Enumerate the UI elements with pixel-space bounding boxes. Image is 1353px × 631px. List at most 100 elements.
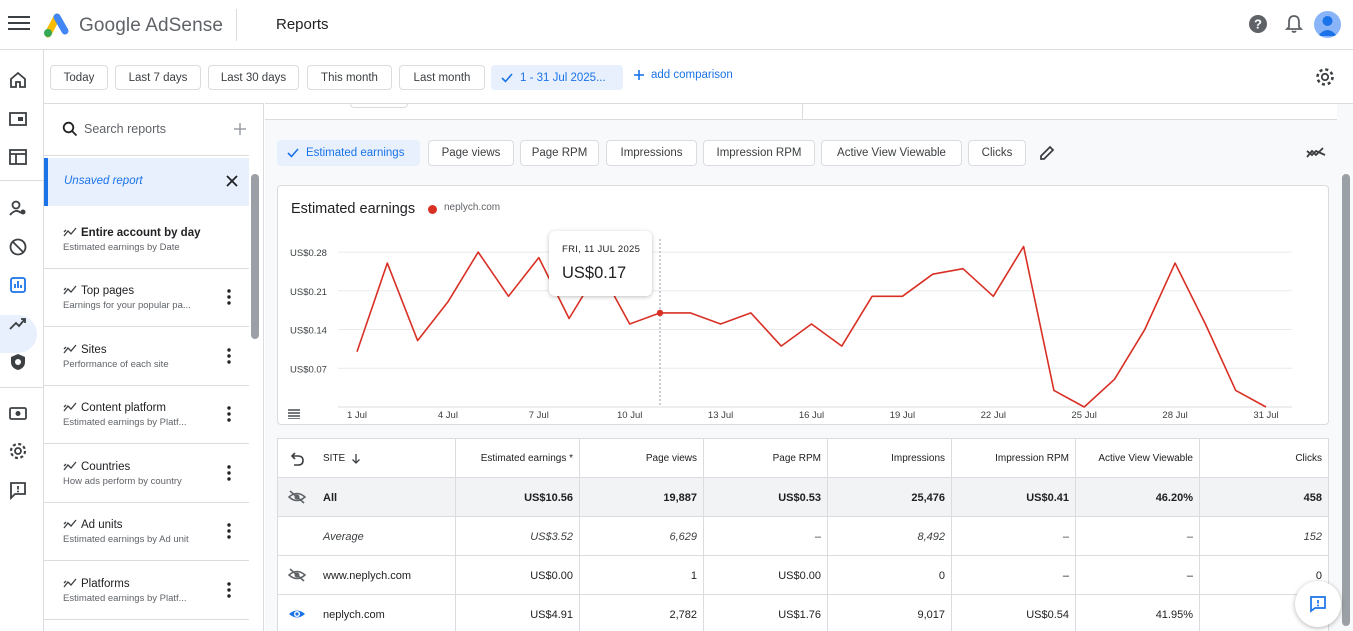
date-chip-last-7-days[interactable]: Last 7 days [115,65,201,90]
table-cell: US$0.41 [952,478,1076,517]
add-report-icon[interactable] [233,122,247,136]
date-chip-last-30-days[interactable]: Last 30 days [208,65,299,90]
divider [236,9,237,41]
unsaved-report-label: Unsaved report [64,175,143,187]
column-header-site[interactable]: SITE [278,439,456,478]
home-icon[interactable] [8,70,28,90]
table-cell: US$10.56 [456,478,580,517]
column-header[interactable]: Page RPM [704,439,828,478]
reports-icon[interactable] [8,275,28,295]
report-title: Top pages [81,285,135,297]
metric-chip-estimated-earnings[interactable]: Estimated earnings [277,140,420,166]
more-vert-icon[interactable] [227,348,231,364]
date-chip-today[interactable]: Today [50,65,108,90]
menu-icon[interactable] [8,13,30,35]
table-row[interactable]: www.neplych.com US$0.00 1 US$0.00 0– –0 [278,556,1328,595]
ads-icon[interactable] [8,109,28,129]
tooltip-value: US$0.17 [562,264,627,282]
feedback-button[interactable] [1295,581,1341,627]
more-vert-icon[interactable] [227,406,231,422]
x-tick-label: 1 Jul [347,410,367,421]
table-cell: US$0.00 [704,556,828,595]
metric-chip-impression-rpm[interactable]: Impression RPM [703,140,815,166]
date-chip-this-month[interactable]: This month [307,65,392,90]
help-icon[interactable]: ? [1248,14,1268,34]
table-header-row: SITE Estimated earnings * Page views Page R… [278,439,1328,478]
table-cell: 6,629 [580,517,704,556]
report-item[interactable]: Sites Performance of each site [44,328,249,386]
metric-chip-impressions[interactable]: Impressions [606,140,697,166]
date-range-bar: Today Last 7 days Last 30 days This mont… [44,50,1353,103]
row-site-all: All [278,478,456,517]
trend-toggle-icon[interactable] [1306,144,1326,162]
feedback-icon[interactable] [8,480,28,500]
metric-chip-page-rpm[interactable]: Page RPM [520,140,599,166]
table-cell: 9,017 [828,595,952,631]
report-item[interactable]: Top pages Earnings for your popular pa... [44,269,249,327]
table-cell: 152 [1303,530,1322,543]
sidebar-scrollbar[interactable] [251,174,259,339]
report-item[interactable]: Platforms Estimated earnings by Platf... [44,562,249,620]
page-title: Reports [276,16,329,33]
top-bar: Google AdSense Reports ? [0,0,1353,50]
trend-icon [63,461,77,471]
date-chip-last-month[interactable]: Last month [399,65,485,90]
metric-chip-active-view-viewable[interactable]: Active View Viewable [821,140,962,166]
privacy-messaging-icon[interactable] [8,198,28,218]
report-settings-gear-icon[interactable] [1314,66,1336,88]
add-comparison-button[interactable]: add comparison [633,69,733,81]
divider [350,104,408,108]
x-tick-label: 25 Jul [1072,410,1097,421]
metric-chip-page-views[interactable]: Page views [428,140,514,166]
column-header[interactable]: Impressions [828,439,952,478]
series-line[interactable] [356,245,1267,408]
edit-metrics-pencil-icon[interactable] [1038,144,1056,162]
column-header[interactable]: Impression RPM [952,439,1076,478]
payments-icon[interactable] [8,403,28,423]
date-chip-custom[interactable]: 1 - 31 Jul 2025... [491,65,623,90]
column-header[interactable]: Clicks [1200,439,1328,478]
y-tick-label: US$0.28 [290,248,327,259]
x-tick-label: 4 Jul [438,410,458,421]
highlighted-point[interactable] [656,309,664,317]
divider [802,104,803,120]
policy-center-icon[interactable] [8,352,28,372]
optimization-icon[interactable] [8,314,28,334]
x-tick-label: 22 Jul [981,410,1006,421]
blocking-controls-icon[interactable] [8,237,28,257]
sites-icon[interactable] [8,147,28,167]
table-row[interactable]: neplych.com US$4.91 2,782 US$1.76 9,017 US$0.… [278,595,1328,631]
search-reports[interactable]: Search reports [44,104,249,156]
more-vert-icon[interactable] [227,465,231,481]
metric-chip-estimated-earnings-label: Estimated earnings [306,147,405,159]
x-tick-label: 7 Jul [529,410,549,421]
report-item[interactable]: Countries How ads perform by country [44,445,249,503]
more-vert-icon[interactable] [227,582,231,598]
search-icon [62,121,78,137]
date-chip-custom-label: 1 - 31 Jul 2025... [520,71,606,84]
report-item[interactable]: Entire account by day Estimated earnings … [44,211,249,269]
report-table: SITE Estimated earnings * Page views Page R… [277,438,1329,631]
report-item[interactable]: Ad units Estimated earnings by Ad unit [44,503,249,561]
settings-icon[interactable] [8,441,28,461]
x-tick-label: 13 Jul [708,410,733,421]
unsaved-report-item[interactable]: Unsaved report [44,158,249,206]
more-vert-icon[interactable] [227,289,231,305]
table-row-all[interactable]: All US$10.56 19,887 US$0.53 25,476 US$0.41 46.… [278,478,1328,517]
search-input[interactable]: Search reports [84,122,166,136]
x-tick-label: 31 Jul [1253,410,1278,421]
more-vert-icon[interactable] [227,523,231,539]
earnings-line-chart[interactable]: US$0.07 US$0.14 US$0.21 US$0.28 1 Jul 4 Jul 7 … [278,186,1328,424]
main-scrollbar[interactable] [1342,174,1350,626]
avatar[interactable] [1314,11,1341,38]
close-icon[interactable] [224,173,240,189]
notifications-icon[interactable] [1284,14,1304,34]
column-header[interactable]: Estimated earnings * [456,439,580,478]
column-header[interactable]: Active View Viewable [1076,439,1200,478]
metric-chip-clicks[interactable]: Clicks [968,140,1026,166]
report-item[interactable]: Content platform Estimated earnings by Pl… [44,386,249,444]
chart-menu-icon[interactable] [288,409,300,419]
column-header[interactable]: Page views [580,439,704,478]
svg-text:?: ? [1254,17,1262,32]
chart-tooltip: FRI, 11 JUL 2025 US$0.17 [549,231,652,296]
